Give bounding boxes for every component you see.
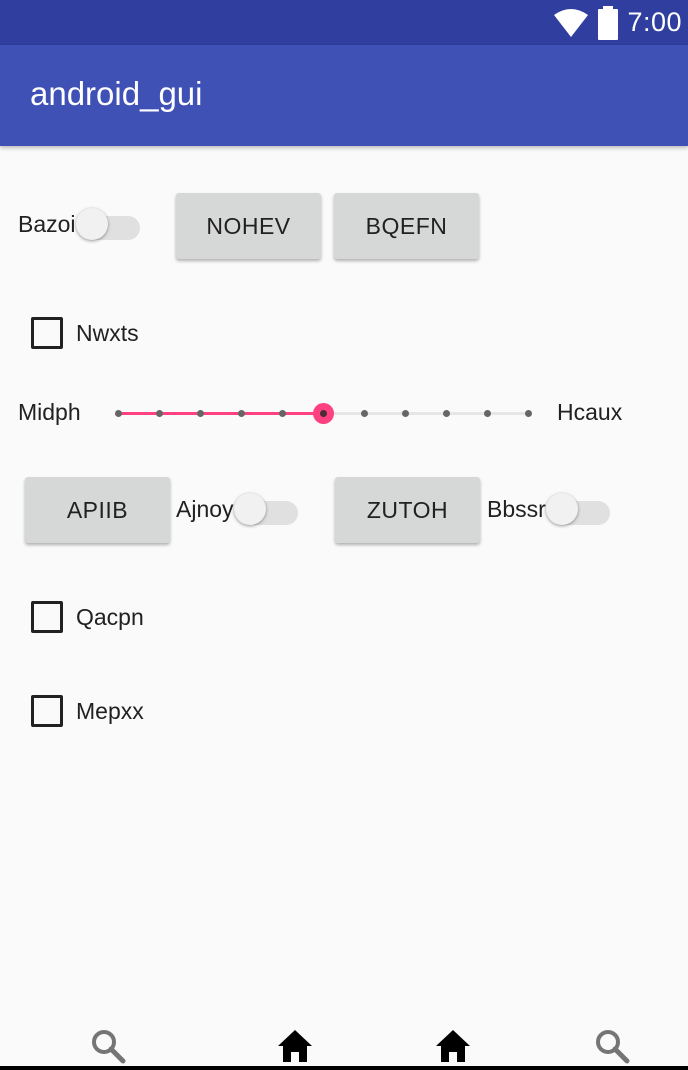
seek-bar[interactable] bbox=[115, 393, 532, 433]
slider-tick bbox=[443, 410, 450, 417]
slider-tick bbox=[115, 410, 122, 417]
slider-tick bbox=[197, 410, 204, 417]
bqefn-button[interactable]: BQEFN bbox=[334, 193, 479, 259]
slider-tick bbox=[156, 410, 163, 417]
nwxts-checkbox[interactable]: Nwxts bbox=[31, 313, 139, 353]
switch-label: Ajnoy bbox=[176, 495, 234, 522]
checkbox-label: Qacpn bbox=[76, 603, 144, 630]
checkbox-box[interactable] bbox=[31, 601, 63, 633]
search-icon bbox=[596, 1030, 630, 1064]
wifi-icon bbox=[554, 8, 589, 37]
status-bar: 7:00 bbox=[0, 0, 688, 45]
search-icon bbox=[92, 1030, 126, 1064]
bbssr-switch[interactable]: Bbssr bbox=[487, 489, 610, 529]
home-icon bbox=[278, 1030, 312, 1062]
nohev-button[interactable]: NOHEV bbox=[176, 193, 321, 259]
switch-thumb[interactable] bbox=[75, 208, 108, 240]
nav-home-button[interactable] bbox=[435, 1028, 471, 1064]
qacpn-checkbox[interactable]: Qacpn bbox=[31, 597, 144, 637]
zutoh-button[interactable]: ZUTOH bbox=[335, 477, 480, 543]
slider-tick bbox=[525, 410, 532, 417]
slider-thumb-dot bbox=[320, 410, 327, 417]
switch-thumb[interactable] bbox=[545, 493, 578, 525]
slider-tick bbox=[484, 410, 491, 417]
switch-toggle[interactable] bbox=[75, 204, 140, 244]
bazoi-switch[interactable]: Bazoi bbox=[18, 204, 140, 244]
nav-search-button[interactable] bbox=[594, 1028, 630, 1064]
switch-toggle[interactable] bbox=[233, 489, 298, 529]
slider-tick bbox=[279, 410, 286, 417]
status-time: 7:00 bbox=[627, 7, 682, 37]
slider-tick bbox=[238, 410, 245, 417]
switch-toggle[interactable] bbox=[545, 489, 610, 529]
apiib-button[interactable]: APIIB bbox=[25, 477, 170, 543]
slider-thumb[interactable] bbox=[313, 403, 334, 424]
slider-fill bbox=[118, 412, 323, 415]
switch-label: Bbssr bbox=[487, 495, 546, 522]
mepxx-checkbox[interactable]: Mepxx bbox=[31, 691, 144, 731]
slider-max-label: Hcaux bbox=[557, 399, 623, 425]
slider-tick bbox=[361, 410, 368, 417]
checkbox-label: Mepxx bbox=[76, 697, 144, 724]
ajnoy-switch[interactable]: Ajnoy bbox=[176, 489, 298, 529]
slider-min-label: Midph bbox=[18, 399, 81, 425]
checkbox-box[interactable] bbox=[31, 695, 63, 727]
nav-home-button[interactable] bbox=[277, 1028, 313, 1064]
app-bar: android_gui bbox=[0, 45, 688, 146]
app-title: android_gui bbox=[30, 75, 203, 112]
switch-label: Bazoi bbox=[18, 210, 76, 237]
slider-row: Midph Hcaux bbox=[0, 393, 688, 433]
nav-search-button[interactable] bbox=[90, 1028, 126, 1064]
bottom-divider bbox=[0, 1066, 688, 1070]
switch-thumb[interactable] bbox=[233, 493, 266, 525]
slider-tick bbox=[402, 410, 409, 417]
home-icon bbox=[436, 1030, 470, 1062]
checkbox-box[interactable] bbox=[31, 317, 63, 349]
checkbox-label: Nwxts bbox=[76, 319, 139, 346]
bottom-nav bbox=[0, 1020, 688, 1070]
status-icons: 7:00 bbox=[553, 0, 682, 45]
battery-icon bbox=[598, 5, 619, 40]
